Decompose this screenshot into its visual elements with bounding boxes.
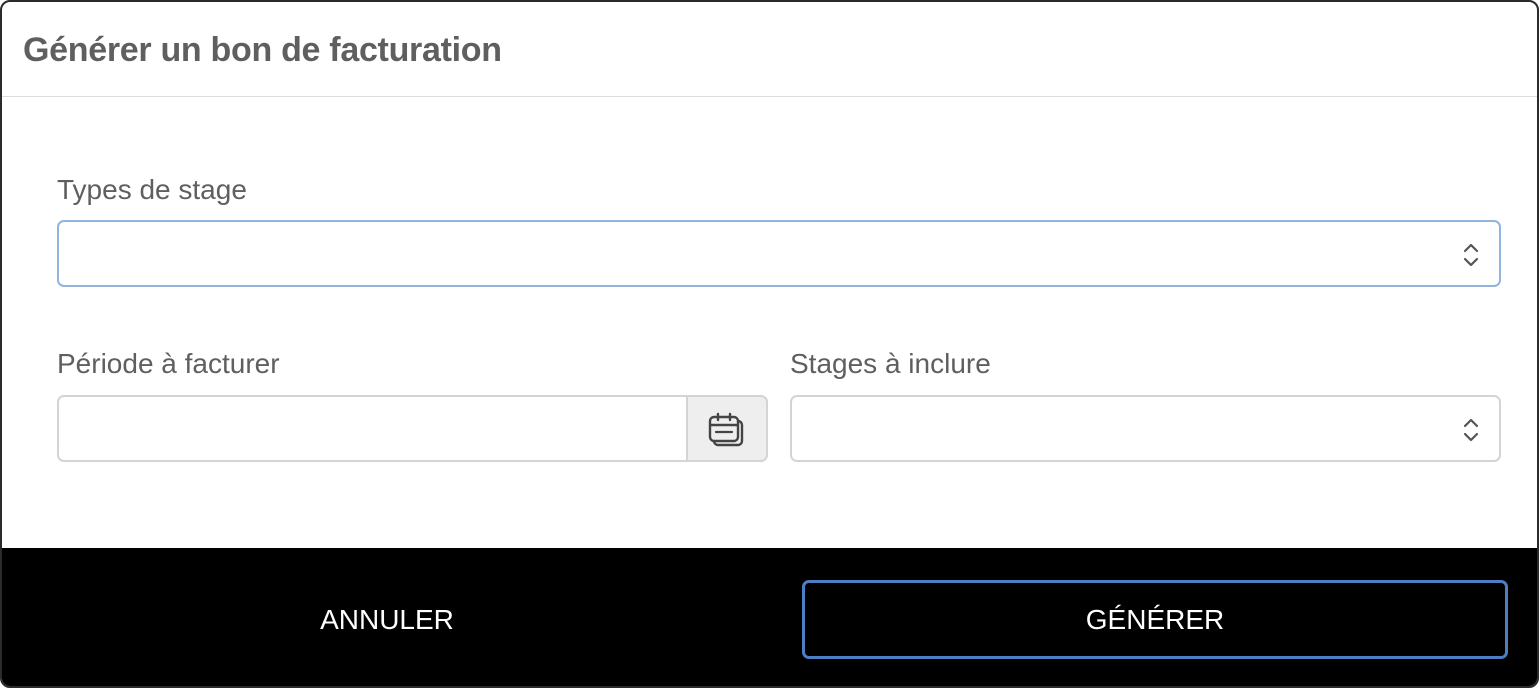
dialog-footer: ANNULER GÉNÉRER	[2, 548, 1537, 686]
dialog-header: Générer un bon de facturation	[2, 2, 1537, 97]
stages-a-inclure-select[interactable]	[790, 395, 1501, 462]
chevron-up-down-icon	[1463, 418, 1479, 442]
periode-date-input[interactable]	[57, 395, 687, 462]
calendar-icon	[708, 412, 744, 447]
types-de-stage-label: Types de stage	[57, 174, 247, 205]
chevron-up-down-icon	[1463, 243, 1479, 267]
generate-button[interactable]: GÉNÉRER	[802, 580, 1508, 659]
calendar-button[interactable]	[686, 395, 768, 462]
stages-a-inclure-label: Stages à inclure	[790, 348, 991, 379]
cancel-button[interactable]: ANNULER	[2, 580, 772, 659]
periode-label: Période à facturer	[57, 348, 280, 379]
dialog-title: Générer un bon de facturation	[23, 31, 502, 69]
billing-dialog: Générer un bon de facturation Types de s…	[0, 0, 1539, 688]
types-de-stage-select[interactable]	[57, 220, 1501, 287]
